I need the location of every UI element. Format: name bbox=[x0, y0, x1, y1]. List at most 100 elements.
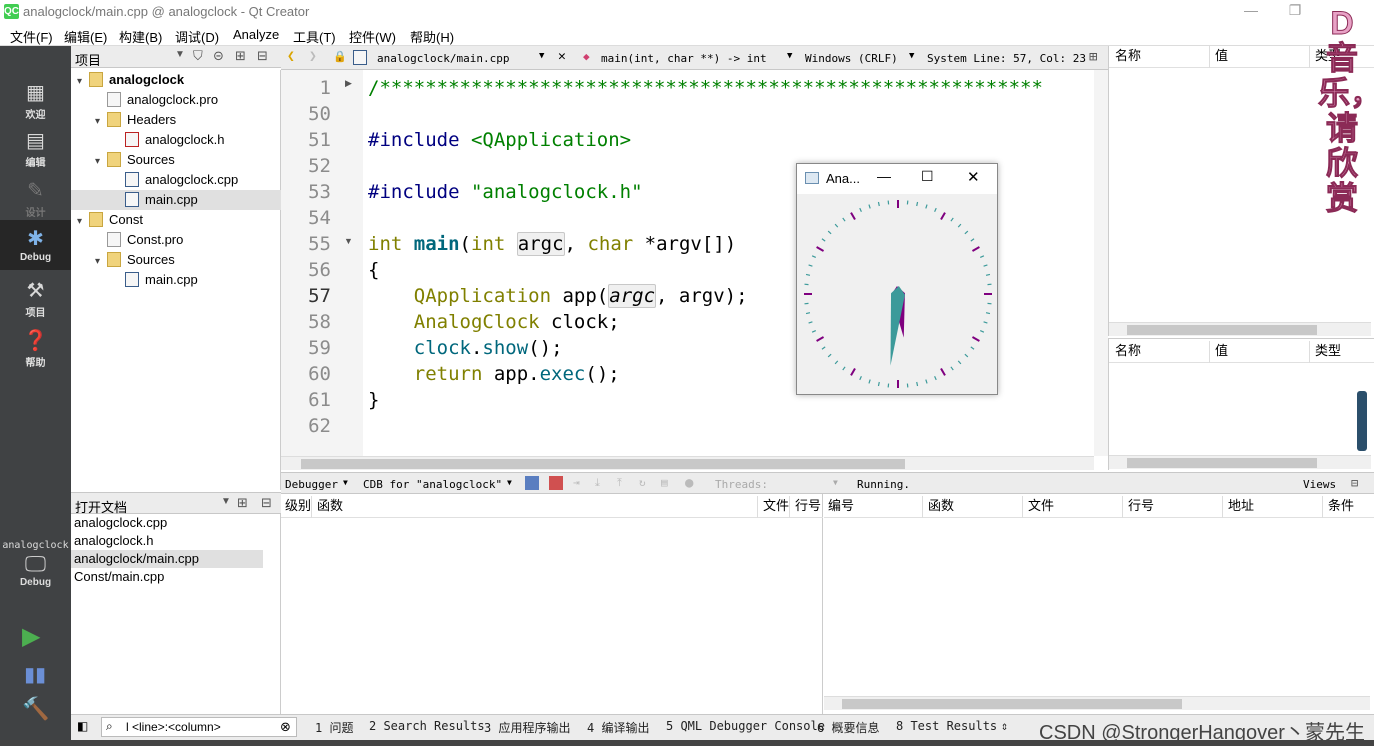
minimize-button[interactable]: — bbox=[877, 168, 891, 184]
tree-item[interactable]: analogclock.pro bbox=[71, 90, 281, 110]
open-doc-item[interactable]: Const/main.cpp bbox=[71, 568, 263, 586]
editor-hscrollbar[interactable] bbox=[281, 456, 1094, 470]
col-name[interactable]: 名称 bbox=[1115, 46, 1141, 66]
menu-help[interactable]: 帮助(H) bbox=[410, 27, 454, 46]
code-line[interactable]: { bbox=[368, 257, 379, 283]
breakpoints-hscrollbar[interactable] bbox=[824, 696, 1370, 710]
code-line[interactable]: } bbox=[368, 387, 379, 413]
close-button[interactable]: ✕ bbox=[967, 168, 980, 186]
menu-debug[interactable]: 调试(D) bbox=[175, 27, 219, 46]
menu-tools[interactable]: 工具(T) bbox=[293, 27, 336, 46]
maximize-button[interactable]: ❐ bbox=[1280, 2, 1310, 20]
step-out-icon[interactable]: ⤒ bbox=[617, 476, 622, 490]
col-condition[interactable]: 条件 bbox=[1328, 496, 1354, 516]
restart-icon[interactable]: ↻ bbox=[639, 476, 646, 489]
expand-arrow-icon[interactable]: ▾ bbox=[77, 72, 89, 92]
close-pane-icon[interactable]: ⊟ bbox=[261, 495, 272, 511]
split-icon[interactable]: ⊞ bbox=[237, 495, 248, 511]
chevron-down-icon[interactable]: ▼ bbox=[539, 51, 544, 61]
col-level[interactable]: 级别 bbox=[285, 496, 311, 516]
chevron-down-icon[interactable]: ▼ bbox=[833, 478, 838, 487]
locals-hscrollbar[interactable] bbox=[1109, 322, 1371, 336]
code-line[interactable]: clock.show(); bbox=[368, 335, 563, 361]
mode-edit[interactable]: ▤ 编辑 bbox=[0, 122, 71, 170]
tab-issues[interactable]: 1 问题 bbox=[315, 719, 353, 736]
tab-qml-console[interactable]: 5 QML Debugger Console bbox=[666, 719, 825, 733]
code-line[interactable]: /***************************************… bbox=[368, 75, 1043, 101]
code-line[interactable]: AnalogClock clock; bbox=[368, 309, 620, 335]
menu-controls[interactable]: 控件(W) bbox=[349, 27, 396, 46]
col-address[interactable]: 地址 bbox=[1228, 496, 1254, 516]
symbol-select[interactable]: main(int, char **) -> int bbox=[601, 52, 767, 65]
code-line[interactable]: int main(int argc, char *argv[]) bbox=[368, 231, 736, 257]
col-number[interactable]: 编号 bbox=[828, 496, 854, 516]
tree-item[interactable]: main.cpp bbox=[71, 190, 281, 210]
tree-item[interactable]: analogclock.cpp bbox=[71, 170, 281, 190]
scroll-thumb[interactable] bbox=[1127, 458, 1317, 468]
tab-general-messages[interactable]: 6 概要信息 bbox=[817, 719, 879, 736]
code-line[interactable]: QApplication app(argc, argv); bbox=[368, 283, 748, 309]
expand-arrow-icon[interactable]: ▾ bbox=[95, 112, 107, 132]
scroll-thumb[interactable] bbox=[301, 459, 905, 469]
editor-vscrollbar[interactable] bbox=[1094, 70, 1108, 456]
chevron-down-icon[interactable]: ▼ bbox=[909, 51, 914, 61]
clear-icon[interactable]: ⊗ bbox=[280, 719, 291, 735]
fold-arrow-icon[interactable]: ▼ bbox=[344, 236, 353, 246]
code-line[interactable]: return app.exec(); bbox=[368, 361, 620, 387]
filter-icon[interactable]: ⛉ bbox=[193, 48, 203, 64]
col-type[interactable]: 类型 bbox=[1315, 341, 1341, 361]
debugger-mode-select[interactable]: Debugger bbox=[285, 478, 338, 491]
col-file[interactable]: 文件 bbox=[1028, 496, 1054, 516]
close-file-icon[interactable]: ✕ bbox=[558, 49, 566, 64]
mode-design[interactable]: ✎ 设计 bbox=[0, 172, 71, 220]
continue-icon[interactable] bbox=[525, 476, 539, 490]
tree-item[interactable]: ▾ Headers bbox=[71, 110, 281, 130]
open-doc-item[interactable]: analogclock.cpp bbox=[71, 514, 263, 532]
tree-item[interactable]: ▾ Sources bbox=[71, 250, 281, 270]
chevron-down-icon[interactable]: ▼ bbox=[787, 51, 792, 61]
toggle-sidebar-icon[interactable]: ◧ bbox=[77, 719, 88, 733]
views-button[interactable]: Views bbox=[1303, 478, 1336, 491]
maximize-button[interactable]: ☐ bbox=[921, 168, 934, 185]
record-icon[interactable]: ● bbox=[685, 475, 693, 491]
run-icon[interactable]: ▶ bbox=[22, 622, 40, 651]
expand-arrow-icon[interactable]: ▾ bbox=[77, 212, 89, 232]
hammer-icon[interactable]: 🔨 bbox=[22, 696, 49, 722]
tab-compile-output[interactable]: 4 编译输出 bbox=[587, 719, 649, 736]
locator-input[interactable]: ⌕ l <line>:<column> ⊗ bbox=[101, 717, 297, 737]
tree-item[interactable]: Const.pro bbox=[71, 230, 281, 250]
fold-arrow-icon[interactable]: ▶ bbox=[345, 78, 352, 89]
expand-arrow-icon[interactable]: ▾ bbox=[95, 252, 107, 272]
col-value[interactable]: 值 bbox=[1215, 46, 1228, 66]
minimize-button[interactable]: — bbox=[1236, 2, 1266, 20]
mode-projects[interactable]: ⚒ 项目 bbox=[0, 272, 71, 320]
tree-item[interactable]: analogclock.h bbox=[71, 130, 281, 150]
close-pane-icon[interactable]: ⊟ bbox=[257, 48, 268, 64]
tab-search-results[interactable]: 2 Search Results bbox=[369, 719, 485, 733]
menu-edit[interactable]: 编辑(E) bbox=[64, 27, 107, 46]
line-endings-select[interactable]: Windows (CRLF) bbox=[805, 52, 898, 65]
engine-select[interactable]: CDB for "analogclock" bbox=[363, 478, 502, 491]
chevron-down-icon[interactable]: ▼ bbox=[221, 496, 231, 507]
chevron-down-icon[interactable]: ▼ bbox=[507, 478, 512, 487]
tab-app-output[interactable]: 3 应用程序输出 bbox=[484, 719, 570, 736]
tree-item[interactable]: main.cpp bbox=[71, 270, 281, 290]
open-doc-item[interactable]: analogclock/main.cpp bbox=[71, 550, 263, 568]
watch-hscrollbar[interactable] bbox=[1109, 455, 1371, 469]
col-line[interactable]: 行号 bbox=[1128, 496, 1154, 516]
forward-arrow-icon[interactable]: ❯ bbox=[309, 49, 317, 64]
code-line[interactable]: #include "analogclock.h" bbox=[368, 179, 643, 205]
code-line[interactable]: #include <QApplication> bbox=[368, 127, 631, 153]
mode-help[interactable]: ❓ 帮助 bbox=[0, 322, 71, 370]
menu-analyze[interactable]: Analyze bbox=[233, 27, 279, 42]
up-down-icon[interactable]: ⇕ bbox=[1001, 719, 1008, 733]
tab-test-results[interactable]: 8 Test Results bbox=[896, 719, 997, 733]
step-into-icon[interactable]: ⤓ bbox=[595, 476, 600, 490]
kit-selector[interactable]: analogclock 🖵 Debug bbox=[0, 534, 71, 604]
chevron-down-icon[interactable]: ▼ bbox=[343, 478, 348, 487]
tree-item[interactable]: ▾ Sources bbox=[71, 150, 281, 170]
col-function[interactable]: 函数 bbox=[317, 496, 343, 516]
instruction-icon[interactable]: ▤ bbox=[661, 476, 668, 489]
col-value[interactable]: 值 bbox=[1215, 341, 1228, 361]
close-pane-icon[interactable]: ⊟ bbox=[1351, 476, 1358, 490]
